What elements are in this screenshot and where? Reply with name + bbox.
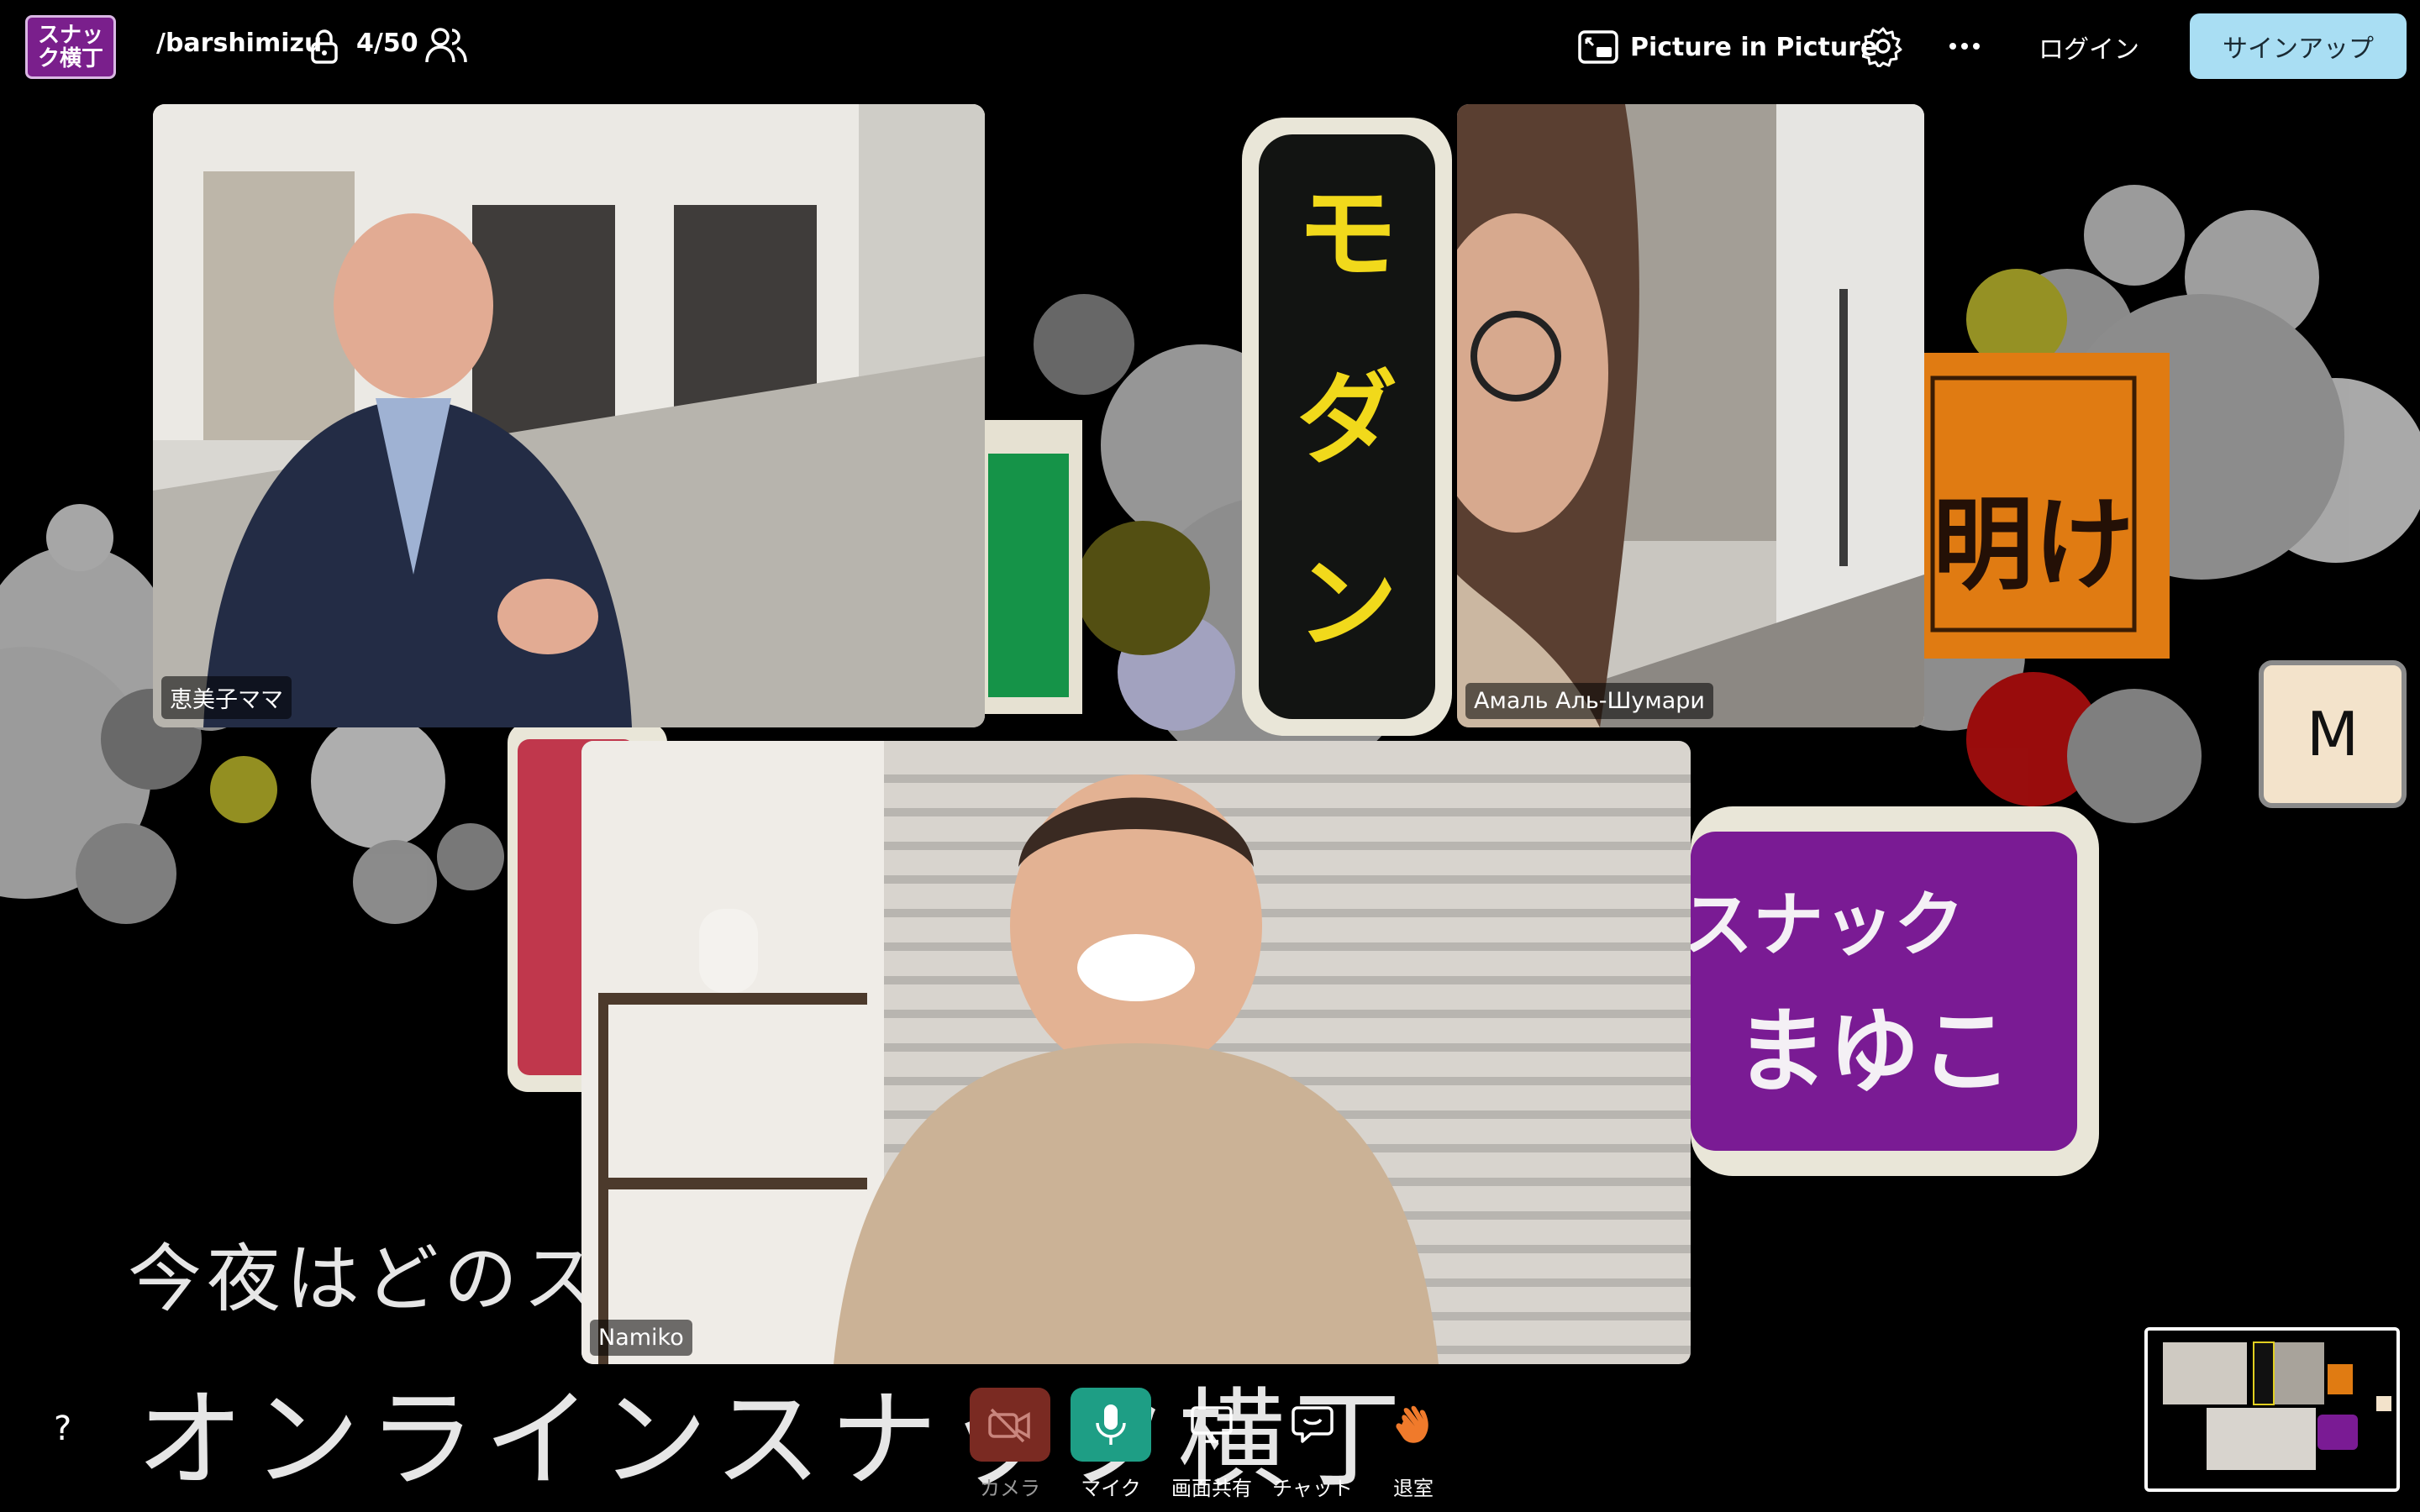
waving-hand-icon — [1396, 1405, 1428, 1443]
svg-text:モ: モ — [1297, 176, 1397, 293]
top-bar: スナック横丁 /barshimizu 4/50 Picture in Pictu… — [0, 0, 2420, 94]
participant-name: Namiko — [590, 1320, 692, 1356]
picture-in-picture-button[interactable]: Picture in Picture — [1578, 25, 1877, 69]
mic-control[interactable]: マイク — [1067, 1388, 1155, 1501]
participant-name: 恵美子ママ — [161, 676, 292, 719]
camera-off-icon — [988, 1408, 1030, 1443]
camera-button[interactable] — [970, 1388, 1050, 1462]
video-tile-emiko[interactable]: 恵美子ママ — [153, 104, 985, 727]
video-feed — [1457, 104, 1924, 727]
mic-label: マイク — [1081, 1477, 1141, 1500]
participant-count: 4/50 — [356, 29, 418, 58]
svg-text:ダ: ダ — [1297, 361, 1397, 478]
video-feed — [153, 104, 985, 727]
leave-label: 退室 — [1393, 1477, 1434, 1500]
svg-text:明け: 明け — [1933, 487, 2134, 604]
participant-name: Амаль Аль-Шумари — [1465, 683, 1713, 719]
more-options-icon[interactable] — [1948, 25, 1981, 67]
pip-label: Picture in Picture — [1630, 32, 1878, 62]
chat-button[interactable] — [1272, 1388, 1353, 1462]
chat-control[interactable]: チャット — [1269, 1388, 1356, 1501]
login-button[interactable]: ログイン — [2039, 29, 2139, 66]
video-tile-amal[interactable]: Амаль Аль-Шумари — [1457, 104, 1924, 727]
chat-icon — [1292, 1406, 1334, 1443]
video-feed — [581, 741, 1691, 1364]
chat-label: チャット — [1272, 1477, 1353, 1500]
signup-button[interactable]: サインアップ — [2190, 13, 2407, 79]
lock-icon[interactable] — [308, 27, 341, 66]
screen-preview-thumbnail[interactable] — [2144, 1327, 2400, 1492]
leave-button[interactable] — [1373, 1388, 1454, 1462]
app-logo[interactable]: スナック横丁 — [25, 15, 116, 79]
participant-avatar[interactable]: M — [2259, 660, 2407, 808]
share-control[interactable]: 画面共有 — [1168, 1388, 1255, 1501]
participants-icon[interactable] — [424, 25, 469, 66]
room-name: /barshimizu — [156, 29, 323, 58]
video-tile-namiko[interactable]: Namiko — [581, 741, 1691, 1364]
camera-label: カメラ — [980, 1477, 1040, 1500]
camera-control[interactable]: カメラ — [966, 1388, 1054, 1501]
gear-icon[interactable] — [1862, 25, 1904, 67]
preview-image — [2148, 1331, 2396, 1488]
svg-text:まゆこ: まゆこ — [1735, 998, 2012, 1105]
leave-control[interactable]: 退室 — [1370, 1388, 1457, 1501]
microphone-icon — [1096, 1404, 1126, 1445]
headline-small: 今夜はどのス — [128, 1236, 602, 1322]
help-button[interactable]: ? — [54, 1410, 71, 1448]
logo-text: スナック横丁 — [37, 23, 103, 71]
svg-text:スナック: スナック — [1682, 884, 1965, 966]
screen-share-icon — [1191, 1406, 1233, 1443]
share-label: 画面共有 — [1171, 1477, 1252, 1500]
pip-icon — [1578, 30, 1618, 64]
share-screen-button[interactable] — [1171, 1388, 1252, 1462]
mic-button[interactable] — [1071, 1388, 1151, 1462]
svg-text:ン: ン — [1297, 546, 1397, 663]
call-controls: カメラ マイク 画面共有 チャット 退室 — [966, 1388, 1454, 1505]
